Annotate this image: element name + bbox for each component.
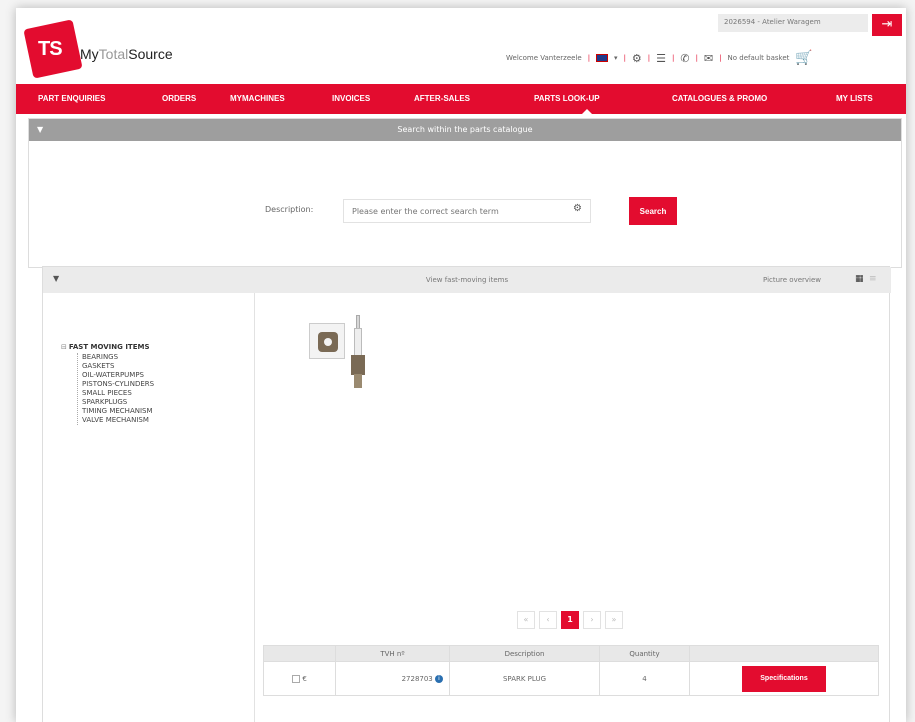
nav-part-enquiries[interactable]: PART ENQUIRIES (38, 94, 105, 103)
page-1-button[interactable]: 1 (561, 611, 579, 629)
nav-parts-look-up[interactable]: PARTS LOOK-UP (534, 94, 600, 103)
prev-page-button[interactable]: ‹ (539, 611, 557, 629)
search-panel-header[interactable]: ▼ Search within the parts catalogue (29, 119, 901, 141)
brand-name[interactable]: MyTotalSource (80, 46, 173, 62)
item-content: « ‹ 1 › » TVH nº Description Quantity € … (255, 293, 891, 722)
phone-icon[interactable]: ✆ (680, 52, 689, 65)
search-options-gear-icon[interactable]: ⚙ (573, 203, 582, 214)
pagination-top: « ‹ 1 › » (517, 611, 623, 629)
quantity-cell[interactable]: 4 (599, 661, 690, 696)
currency-label: € (302, 674, 307, 683)
divider: | (672, 54, 675, 62)
cart-icon[interactable]: 🛒 (795, 50, 812, 66)
flag-icon[interactable] (596, 54, 609, 62)
product-thumbnail[interactable] (309, 323, 345, 359)
column-description[interactable]: Description (449, 645, 600, 662)
nut-hole (324, 338, 332, 346)
logout-icon[interactable]: ⇥ (872, 14, 902, 36)
brand-part-2: Total (98, 46, 129, 62)
brand-part-3: Source (128, 46, 173, 62)
description-search-input[interactable] (343, 199, 591, 223)
last-page-button[interactable]: » (605, 611, 623, 629)
tvh-number: 2728703 (401, 674, 433, 683)
fast-moving-panel: ▼ View fast-moving items Picture overvie… (42, 266, 891, 722)
language-dropdown-chevron-icon[interactable]: ▾ (614, 54, 618, 62)
spark-plug-image[interactable] (351, 315, 365, 391)
tree-root[interactable]: ⊟ FAST MOVING ITEMS (61, 343, 149, 351)
tree-item-sparkplugs[interactable]: SPARKPLUGS (78, 398, 154, 407)
app-frame: TS MyTotalSource 2026594 - Atelier Warag… (16, 8, 906, 722)
column-select (263, 645, 336, 662)
row-checkbox[interactable] (292, 674, 301, 683)
tree-item-small-pieces[interactable]: SMALL PIECES (78, 389, 154, 398)
tree-root-label: FAST MOVING ITEMS (68, 343, 150, 351)
tree-item-oil-waterpumps[interactable]: OIL-WATERPUMPS (78, 371, 154, 380)
divider: | (695, 54, 698, 62)
info-icon[interactable]: i (435, 674, 443, 683)
list-icon[interactable]: ☰ (656, 52, 666, 65)
specifications-button[interactable]: Specifications (742, 665, 826, 692)
list-view-icon[interactable]: ≡ (869, 274, 877, 284)
collapse-tree-icon[interactable]: ⊟ (61, 343, 67, 351)
column-actions (689, 645, 879, 662)
logo-text[interactable]: TS (38, 38, 63, 61)
select-cell: € (263, 661, 336, 696)
plug-insulator (354, 328, 362, 356)
picture-overview-label: Picture overview (763, 276, 822, 284)
table-row: € 2728703 i SPARK PLUG 4 Specifications (263, 661, 879, 696)
tree-item-pistons-cylinders[interactable]: PISTONS-CYLINDERS (78, 380, 154, 389)
tvh-cell: 2728703 i (335, 661, 450, 696)
column-quantity: Quantity (599, 645, 690, 662)
main-nav: PART ENQUIRIES ORDERS MYMACHINES INVOICE… (16, 84, 906, 114)
divider: | (623, 54, 626, 62)
nav-catalogues-promo[interactable]: CATALOGUES & PROMO (672, 94, 767, 103)
divider: | (719, 54, 722, 62)
first-page-button[interactable]: « (517, 611, 535, 629)
tree-item-valve-mechanism[interactable]: VALVE MECHANISM (78, 416, 154, 425)
search-panel: ▼ Search within the parts catalogue Desc… (28, 118, 902, 268)
grid-view-icon[interactable]: ▦ (855, 274, 864, 284)
description-label: Description: (265, 205, 314, 214)
nav-invoices[interactable]: INVOICES (332, 94, 370, 103)
results-table: TVH nº Description Quantity € 2728703 i … (263, 645, 879, 696)
action-cell: Specifications (689, 661, 879, 696)
tree-item-timing-mechanism[interactable]: TIMING MECHANISM (78, 407, 154, 416)
account-selector[interactable]: 2026594 - Atelier Waragem (718, 14, 868, 32)
welcome-text: Welcome Vanterzeele (506, 54, 582, 62)
brand-part-1: My (80, 46, 99, 62)
divider: | (647, 54, 651, 62)
mail-icon[interactable]: ✉ (704, 52, 713, 65)
table-header-row: TVH nº Description Quantity (263, 645, 879, 662)
nav-my-lists[interactable]: MY LISTS (836, 94, 873, 103)
tree-list: BEARINGS GASKETS OIL-WATERPUMPS PISTONS-… (77, 353, 154, 425)
tree-item-bearings[interactable]: BEARINGS (78, 353, 154, 362)
plug-thread (354, 374, 362, 388)
description-cell: SPARK PLUG (449, 661, 600, 696)
nav-mymachines[interactable]: MYMACHINES (230, 94, 285, 103)
utility-bar: Welcome Vanterzeele | ▾ | ⚙ | ☰ | ✆ | ✉ … (506, 50, 902, 66)
tree-item-gaskets[interactable]: GASKETS (78, 362, 154, 371)
nav-after-sales[interactable]: AFTER-SALES (414, 94, 470, 103)
header: TS MyTotalSource 2026594 - Atelier Warag… (16, 8, 906, 84)
basket-selector[interactable]: No default basket (728, 54, 790, 62)
divider: | (587, 54, 591, 62)
collapse-icon[interactable]: ▼ (37, 119, 43, 141)
category-tree: ⊟ FAST MOVING ITEMS BEARINGS GASKETS OIL-… (43, 293, 255, 722)
search-panel-title: Search within the parts catalogue (397, 125, 533, 134)
fast-moving-header: ▼ View fast-moving items Picture overvie… (43, 267, 891, 293)
search-button[interactable]: Search (629, 197, 677, 225)
next-page-button[interactable]: › (583, 611, 601, 629)
plug-tip (356, 315, 360, 329)
plug-hex (351, 355, 365, 375)
gear-icon[interactable]: ⚙ (632, 52, 642, 65)
column-tvh[interactable]: TVH nº (335, 645, 450, 662)
active-nav-caret (582, 109, 592, 114)
nav-orders[interactable]: ORDERS (162, 94, 196, 103)
